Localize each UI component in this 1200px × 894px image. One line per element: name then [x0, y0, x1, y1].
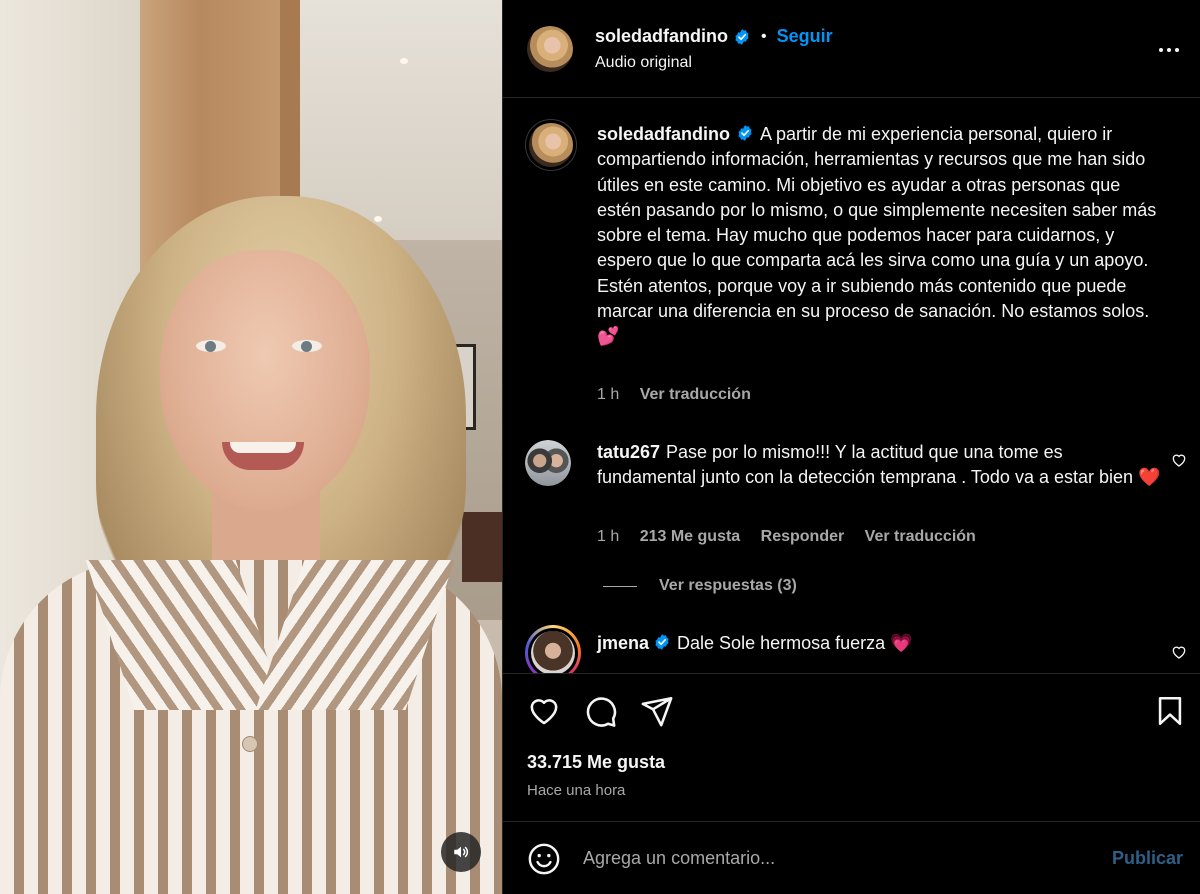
commenter-avatar-story-ring[interactable]: [525, 625, 581, 673]
original-audio-link[interactable]: Audio original: [595, 54, 692, 72]
mute-toggle-button[interactable]: [441, 832, 481, 872]
comment-like-heart-icon[interactable]: [1171, 452, 1187, 468]
emoji-icon[interactable]: [527, 842, 561, 876]
follow-button[interactable]: Seguir: [777, 26, 833, 47]
caption-translate-link[interactable]: Ver traducción: [640, 386, 751, 403]
likes-count[interactable]: 33.715 Me gusta: [527, 752, 665, 773]
reply-button[interactable]: Responder: [761, 528, 845, 545]
comment-likes-link[interactable]: 213 Me gusta: [640, 528, 740, 545]
caption-time: 1 h: [597, 386, 620, 403]
caption-avatar[interactable]: [525, 119, 577, 171]
comment-like-heart-icon[interactable]: [1171, 644, 1187, 660]
post-actions: 33.715 Me gusta Hace una hora: [503, 673, 1200, 821]
caption-text: A partir de mi experiencia personal, qui…: [597, 124, 1157, 347]
commenter-avatar[interactable]: [525, 440, 571, 486]
verified-badge-icon: [653, 633, 671, 651]
comment-translate-link[interactable]: Ver traducción: [865, 528, 976, 545]
comment-composer: Publicar: [503, 821, 1200, 894]
person-face: [160, 250, 370, 510]
comment-time: 1 h: [597, 528, 620, 545]
bookmark-icon[interactable]: [1153, 694, 1187, 728]
verified-badge-icon: [733, 28, 751, 46]
share-icon[interactable]: [640, 694, 674, 728]
comment-input[interactable]: [583, 842, 1083, 874]
author-username[interactable]: soledadfandino: [595, 26, 728, 47]
speaker-icon: [452, 843, 470, 861]
more-options-icon[interactable]: [1157, 38, 1181, 62]
post-side-panel: soledadfandino • Seguir Audio original s…: [502, 0, 1200, 894]
heart-icon[interactable]: [527, 694, 561, 728]
comments-list[interactable]: soledadfandino A partir de mi experiencia…: [503, 99, 1200, 673]
comment-icon[interactable]: [584, 694, 618, 728]
publish-button[interactable]: Publicar: [1112, 848, 1183, 869]
commenter-username[interactable]: tatu267: [597, 442, 660, 462]
posted-time: Hace una hora: [527, 782, 626, 799]
commenter-username[interactable]: jmena: [597, 633, 649, 653]
caption-username[interactable]: soledadfandino: [597, 124, 730, 144]
reel-video[interactable]: [0, 0, 502, 894]
comment-text: Dale Sole hermosa fuerza 💗: [677, 633, 913, 653]
verified-badge-icon: [736, 124, 754, 142]
author-avatar[interactable]: [527, 26, 573, 72]
comment-text: Pase por lo mismo!!! Y la actitud que un…: [597, 442, 1161, 488]
view-replies-button[interactable]: Ver respuestas (3): [603, 577, 797, 595]
post-header: soledadfandino • Seguir Audio original: [503, 0, 1200, 98]
